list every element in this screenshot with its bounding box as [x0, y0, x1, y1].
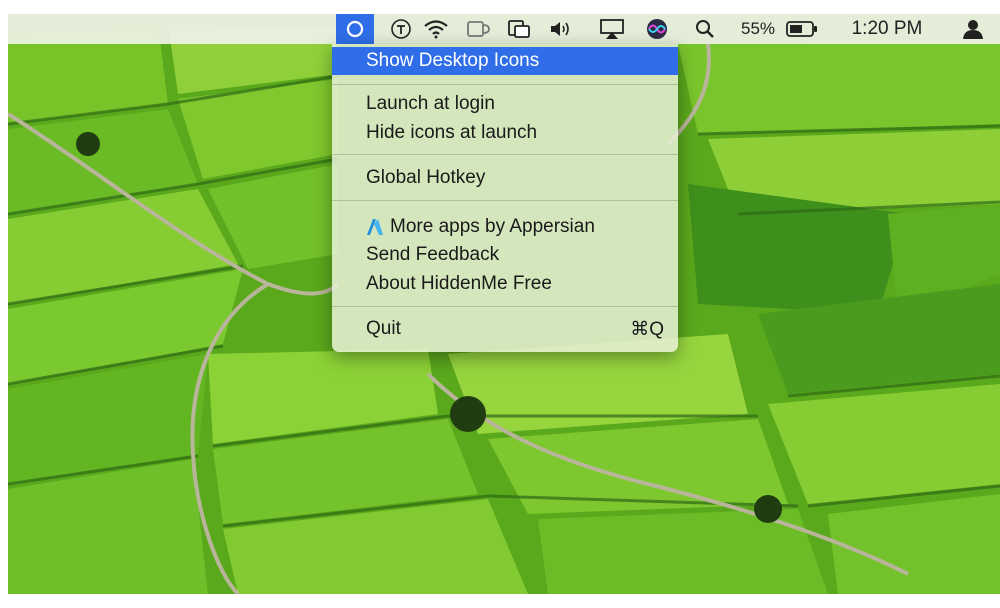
hiddenme-dropdown-menu: Show Desktop Icons Launch at login Hide …	[332, 44, 678, 352]
menu-separator	[332, 84, 678, 85]
screen-share-icon[interactable]	[502, 14, 536, 44]
menu-bar: 55% 1:20 PM	[8, 14, 1000, 44]
menu-item-launch-at-login[interactable]: Launch at login	[332, 90, 678, 118]
typeeto-icon[interactable]	[384, 14, 418, 44]
menu-item-about[interactable]: About HiddenMe Free	[332, 270, 678, 298]
menu-item-global-hotkey[interactable]: Global Hotkey	[332, 164, 678, 192]
menu-item-send-feedback[interactable]: Send Feedback	[332, 241, 678, 269]
menu-item-label: Show Desktop Icons	[366, 50, 540, 71]
menu-item-label: About HiddenMe Free	[366, 273, 552, 294]
desktop: 55% 1:20 PM Show Desktop Icons Launch at…	[8, 14, 1000, 594]
volume-icon[interactable]	[544, 14, 578, 44]
user-icon[interactable]	[956, 14, 990, 44]
menu-item-more-apps[interactable]: More apps by Appersian	[332, 213, 678, 241]
menu-item-label: Launch at login	[366, 93, 495, 114]
menu-separator	[332, 306, 678, 307]
menu-item-label: Hide icons at launch	[366, 122, 538, 143]
menu-item-quit[interactable]: Quit ⌘Q	[332, 315, 678, 343]
siri-icon[interactable]	[640, 14, 674, 44]
menu-item-show-desktop-icons[interactable]: Show Desktop Icons	[332, 47, 678, 75]
hiddenme-icon[interactable]	[336, 14, 374, 44]
menu-item-label: Quit	[366, 318, 401, 339]
menu-bar-clock[interactable]: 1:20 PM	[844, 14, 930, 44]
wifi-icon[interactable]	[418, 14, 454, 44]
coffee-icon[interactable]	[460, 14, 496, 44]
airplay-icon[interactable]	[592, 14, 632, 44]
appersian-logo-icon	[367, 219, 383, 235]
menu-separator	[332, 200, 678, 201]
battery-icon[interactable]	[782, 14, 822, 44]
menu-item-label: Global Hotkey	[366, 167, 486, 188]
quit-shortcut: ⌘Q	[630, 319, 664, 340]
menu-separator	[332, 154, 678, 155]
battery-percentage[interactable]: 55%	[738, 14, 778, 44]
search-icon[interactable]	[688, 14, 722, 44]
menu-item-label: More apps by Appersian	[390, 216, 595, 237]
menu-item-label: Send Feedback	[366, 244, 500, 265]
menu-item-hide-icons-at-launch[interactable]: Hide icons at launch	[332, 119, 678, 147]
